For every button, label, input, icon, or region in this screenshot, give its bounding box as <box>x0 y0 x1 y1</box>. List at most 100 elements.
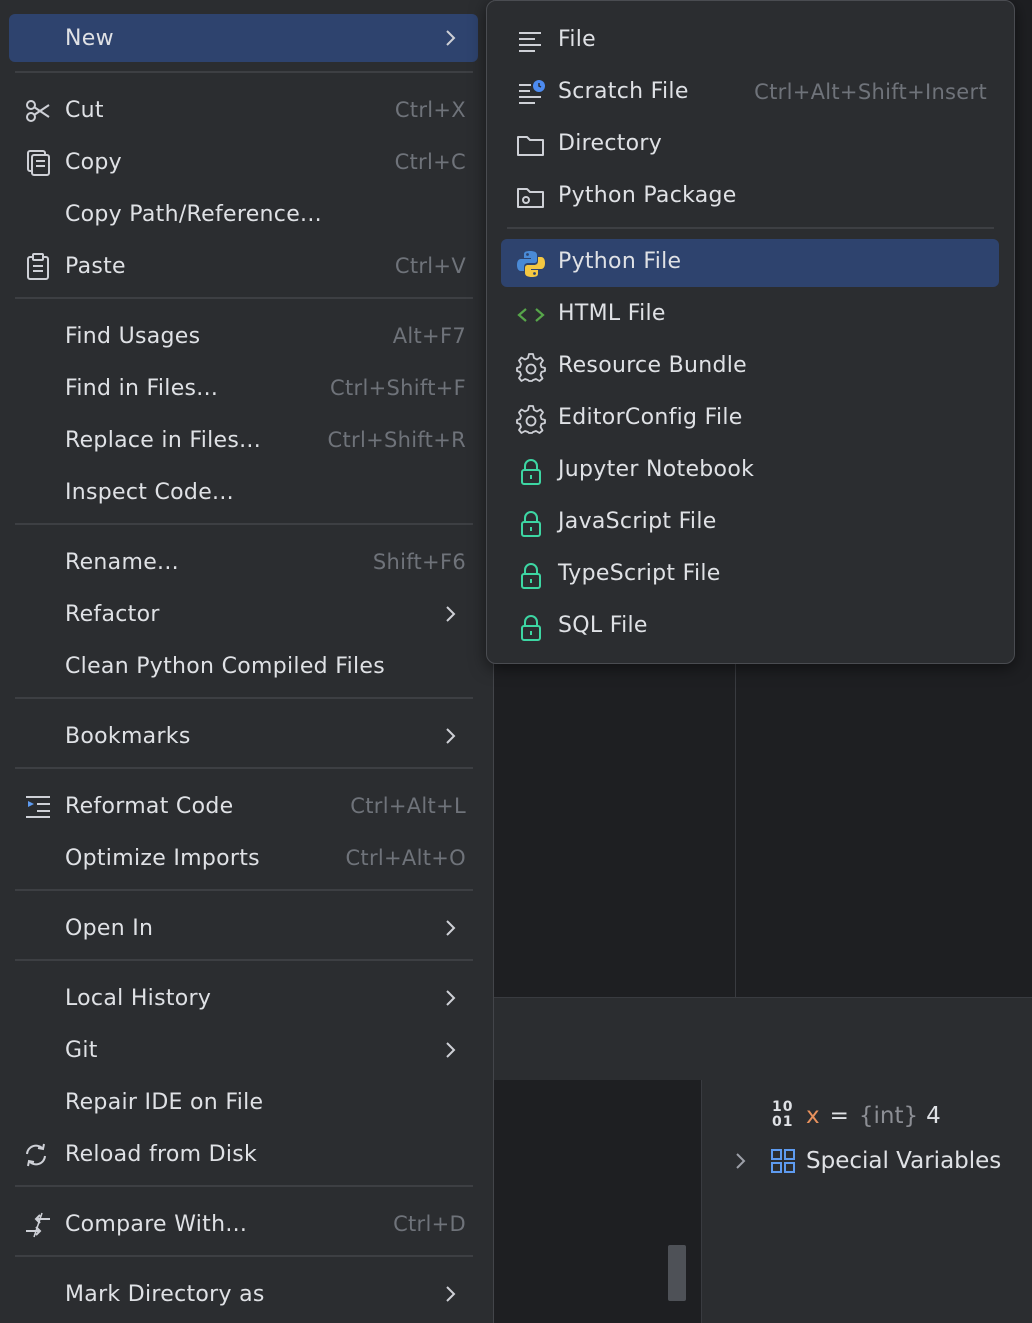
menu-item-reformat-code[interactable]: Reformat Code Ctrl+Alt+L <box>9 782 478 830</box>
menu-item-label: Resource Bundle <box>558 353 747 378</box>
int-variable-icon: 10 01 <box>772 1099 794 1130</box>
copy-icon <box>27 150 50 176</box>
menu-item-rename[interactable]: Rename... Shift+F6 <box>9 538 478 586</box>
menu-item-copy-path[interactable]: Copy Path/Reference... <box>9 190 478 238</box>
submenu-item-typescript-file[interactable]: TypeScript File <box>501 551 999 599</box>
menu-item-optimize-imports[interactable]: Optimize Imports Ctrl+Alt+O <box>9 834 478 882</box>
variable-type: {int} <box>858 1103 919 1129</box>
menu-item-cut[interactable]: Cut Ctrl+X <box>9 86 478 134</box>
submenu-item-scratch-file[interactable]: Scratch File Ctrl+Alt+Shift+Insert <box>501 69 999 117</box>
submenu-item-jupyter-notebook[interactable]: Jupyter Notebook <box>501 447 999 495</box>
menu-item-label: Rename... <box>65 549 179 575</box>
menu-item-find-usages[interactable]: Find Usages Alt+F7 <box>9 312 478 360</box>
reformat-icon <box>26 796 50 818</box>
menu-item-git[interactable]: Git <box>9 1026 478 1074</box>
separator <box>15 523 473 525</box>
lock-icon <box>521 459 541 485</box>
menu-item-label: HTML File <box>558 301 666 326</box>
menu-item-replace-in-files[interactable]: Replace in Files... Ctrl+Shift+R <box>9 416 478 464</box>
menu-item-label: TypeScript File <box>558 561 721 586</box>
menu-item-new[interactable]: New <box>9 14 478 62</box>
chevron-right-icon <box>446 1286 456 1302</box>
separator <box>15 959 473 961</box>
shortcut-label: Ctrl+X <box>394 98 466 122</box>
text-file-icon <box>519 32 541 52</box>
submenu-item-python-file[interactable]: Python File <box>501 239 999 287</box>
shortcut-label: Ctrl+Alt+Shift+Insert <box>754 80 987 104</box>
menu-item-mark-directory[interactable]: Mark Directory as <box>9 1270 478 1318</box>
variable-name: x <box>806 1103 820 1129</box>
menu-item-label: Compare With... <box>65 1211 248 1237</box>
menu-item-find-in-files[interactable]: Find in Files... Ctrl+Shift+F <box>9 364 478 412</box>
menu-item-label: EditorConfig File <box>558 405 743 430</box>
clipboard-icon <box>27 253 49 280</box>
menu-item-reload-from-disk[interactable]: Reload from Disk <box>9 1130 478 1178</box>
submenu-item-python-package[interactable]: Python Package <box>501 173 999 221</box>
menu-item-label: Repair IDE on File <box>65 1089 264 1115</box>
submenu-item-file[interactable]: File <box>501 17 999 65</box>
html-brackets-icon <box>517 308 545 322</box>
menu-item-label: Scratch File <box>558 79 689 104</box>
menu-item-local-history[interactable]: Local History <box>9 974 478 1022</box>
menu-item-label: Inspect Code... <box>65 479 234 505</box>
submenu-item-javascript-file[interactable]: JavaScript File <box>501 499 999 547</box>
reload-icon <box>26 1143 46 1167</box>
menu-item-label: Python File <box>558 249 682 274</box>
menu-item-label: Reformat Code <box>65 793 234 819</box>
menu-item-label: Jupyter Notebook <box>558 457 755 482</box>
menu-item-label: Git <box>65 1037 98 1063</box>
shortcut-label: Shift+F6 <box>372 550 466 574</box>
submenu-item-html-file[interactable]: HTML File <box>501 291 999 339</box>
variable-row-x[interactable]: 10 01 x = {int} 4 <box>772 1098 941 1134</box>
new-submenu: File Scratch File Ctrl+Alt+Shift+Insert … <box>486 0 1015 664</box>
scratch-file-icon <box>519 80 545 104</box>
menu-item-inspect-code[interactable]: Inspect Code... <box>9 468 478 516</box>
menu-item-label: Paste <box>65 253 126 279</box>
shortcut-label: Ctrl+Alt+L <box>350 794 466 818</box>
menu-item-clean-python[interactable]: Clean Python Compiled Files <box>9 642 478 690</box>
menu-item-bookmarks[interactable]: Bookmarks <box>9 712 478 760</box>
folder-icon <box>517 136 544 156</box>
submenu-item-resource-bundle[interactable]: Resource Bundle <box>501 343 999 391</box>
lock-icon <box>521 563 541 589</box>
menu-item-label: Reload from Disk <box>65 1141 258 1167</box>
menu-item-compare-with[interactable]: Compare With... Ctrl+D <box>9 1200 478 1248</box>
chevron-right-icon <box>446 990 456 1006</box>
menu-item-label: Cut <box>65 97 104 123</box>
menu-item-label: Open In <box>65 915 154 941</box>
menu-item-label: Find Usages <box>65 323 201 349</box>
shortcut-label: Alt+F7 <box>392 324 466 348</box>
shortcut-label: Ctrl+Shift+R <box>327 428 466 452</box>
variable-equals: = <box>829 1103 849 1129</box>
shortcut-label: Ctrl+V <box>394 254 466 278</box>
special-variables-row[interactable]: Special Variables <box>734 1148 1001 1174</box>
menu-item-refactor[interactable]: Refactor <box>9 590 478 638</box>
editor-divider <box>735 660 736 997</box>
submenu-item-directory[interactable]: Directory <box>501 121 999 169</box>
shortcut-label: Ctrl+Shift+F <box>330 376 466 400</box>
console-scrollbar[interactable] <box>668 1245 686 1301</box>
chevron-right-icon[interactable] <box>734 1151 748 1171</box>
shortcut-label: Ctrl+D <box>393 1212 466 1236</box>
separator <box>507 227 994 229</box>
console-area <box>494 1080 686 1323</box>
menu-item-label: Copy Path/Reference... <box>65 201 322 227</box>
shortcut-label: Ctrl+C <box>394 150 466 174</box>
submenu-item-editorconfig-file[interactable]: EditorConfig File <box>501 395 999 443</box>
compare-icon <box>26 1212 50 1238</box>
menu-item-repair-ide[interactable]: Repair IDE on File <box>9 1078 478 1126</box>
separator <box>15 297 473 299</box>
menu-item-copy[interactable]: Copy Ctrl+C <box>9 138 478 186</box>
separator <box>15 697 473 699</box>
menu-item-label: Copy <box>65 149 123 175</box>
menu-item-label: SQL File <box>558 613 648 638</box>
menu-item-label: Local History <box>65 985 212 1011</box>
gear-icon <box>516 353 546 382</box>
menu-item-open-in[interactable]: Open In <box>9 904 478 952</box>
menu-item-paste[interactable]: Paste Ctrl+V <box>9 242 478 290</box>
submenu-item-sql-file[interactable]: SQL File <box>501 603 999 651</box>
menu-item-label: File <box>558 27 597 52</box>
chevron-right-icon <box>446 728 456 744</box>
chevron-right-icon <box>446 606 456 622</box>
scissors-icon <box>26 100 50 122</box>
